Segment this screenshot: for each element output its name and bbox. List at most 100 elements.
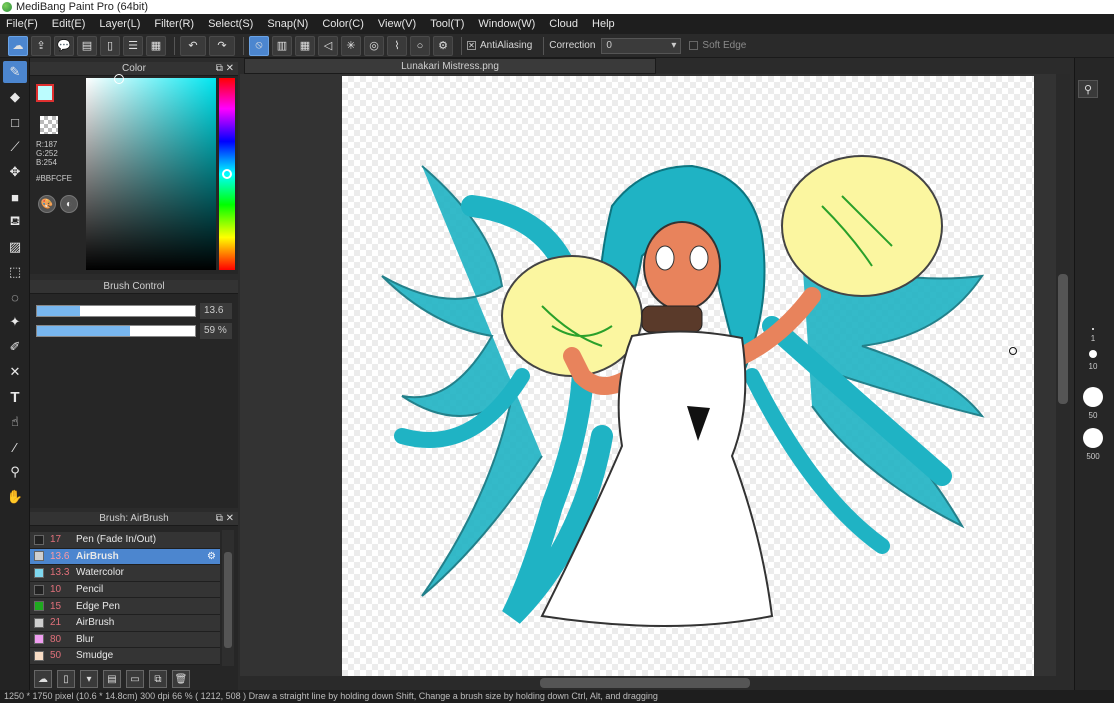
gradient-tool-icon[interactable]: ▨: [3, 236, 27, 258]
brush-size-preset-10[interactable]: 10: [1078, 350, 1108, 371]
page-list-icon[interactable]: ☰: [123, 35, 143, 56]
menu-help[interactable]: Help: [592, 18, 615, 30]
eyedropper-tool-icon[interactable]: ⚲: [3, 461, 27, 483]
brush-size-preset-50[interactable]: 50: [1078, 387, 1108, 420]
select-tool-icon[interactable]: ⬚: [3, 261, 27, 283]
shape-fill-tool-icon[interactable]: ■: [3, 186, 27, 208]
foreground-color-swatch[interactable]: [36, 84, 54, 102]
sv-marker[interactable]: [114, 74, 124, 84]
snap-grid-icon[interactable]: ▦: [295, 35, 315, 56]
magic-wand-tool-icon[interactable]: ✦: [3, 311, 27, 333]
add-brush-menu-icon[interactable]: ▾: [80, 670, 98, 688]
artwork-illustration: [381, 155, 985, 627]
antialiasing-checkbox[interactable]: ✕: [467, 41, 476, 50]
snap-concentric-icon[interactable]: ◎: [364, 35, 384, 56]
brush-size-preset-500[interactable]: 500: [1078, 428, 1108, 461]
palette-icon[interactable]: 🎨: [38, 195, 56, 213]
duplicate-icon[interactable]: ⧉: [149, 670, 167, 688]
horizontal-scroll-thumb[interactable]: [540, 678, 750, 688]
move-tool-icon[interactable]: ✥: [3, 161, 27, 183]
document-tab[interactable]: Lunakari Mistress.png: [244, 58, 656, 74]
vertical-scrollbar[interactable]: [1056, 74, 1070, 680]
panel-float-close-icon[interactable]: ⧉ ✕: [216, 512, 234, 526]
menu-layer[interactable]: Layer(L): [99, 18, 140, 30]
brush-list-item[interactable]: 13.6 AirBrush ⚙: [30, 548, 220, 566]
snap-off-icon[interactable]: ⦸: [249, 35, 269, 56]
horizontal-scrollbar[interactable]: [240, 676, 1070, 690]
text-tool-icon[interactable]: T: [3, 386, 27, 408]
operation-tool-icon[interactable]: ☝: [3, 411, 27, 433]
menu-edit[interactable]: Edit(E): [52, 18, 86, 30]
menu-window[interactable]: Window(W): [478, 18, 535, 30]
brush-list-item[interactable]: 21 AirBrush: [30, 614, 220, 632]
cloud-icon[interactable]: ☁: [8, 35, 28, 56]
comment-icon[interactable]: ▤: [77, 35, 97, 56]
brush-settings-gear-icon[interactable]: ⚙: [207, 551, 216, 562]
page-icon[interactable]: ▯: [100, 35, 120, 56]
brush-size-slider[interactable]: [36, 305, 196, 317]
eraser-tool-icon[interactable]: ◆: [3, 86, 27, 108]
menu-filter[interactable]: Filter(R): [154, 18, 194, 30]
snap-ellipse-icon[interactable]: ○: [410, 35, 430, 56]
upload-icon[interactable]: ⇪: [31, 35, 51, 56]
menu-tool[interactable]: Tool(T): [430, 18, 464, 30]
soft-edge-checkbox[interactable]: [689, 41, 699, 50]
redo-icon[interactable]: ↷: [209, 35, 235, 56]
scroll-thumb[interactable]: [224, 552, 232, 648]
transparent-color-swatch[interactable]: [40, 116, 58, 134]
correction-select[interactable]: 0 ▾: [601, 37, 682, 54]
folder-icon[interactable]: ▭: [126, 670, 144, 688]
hue-marker[interactable]: [222, 169, 232, 179]
brush-list-item[interactable]: 17 Pen (Fade In/Out): [30, 532, 220, 549]
size-label: 1: [1090, 334, 1096, 343]
menu-view[interactable]: View(V): [378, 18, 416, 30]
color-history-icon[interactable]: ◐: [60, 195, 78, 213]
saturation-value-picker[interactable]: [86, 78, 216, 270]
snap-curve-icon[interactable]: ⌇: [387, 35, 407, 56]
snap-vanishing-icon[interactable]: ◁: [318, 35, 338, 56]
snap-radial-icon[interactable]: ✳: [341, 35, 361, 56]
brush-control-title: Brush Control: [103, 281, 165, 292]
snap-settings-icon[interactable]: ⚙: [433, 35, 453, 56]
panel-float-close-icon[interactable]: ⧉ ✕: [216, 62, 234, 76]
zoom-icon[interactable]: ⚲: [1078, 80, 1098, 98]
menu-color[interactable]: Color(C): [322, 18, 364, 30]
lasso-tool-icon[interactable]: ◌: [3, 286, 27, 308]
brush-list-item[interactable]: 10 Pencil: [30, 581, 220, 599]
brush-size-preset-1[interactable]: 1: [1078, 328, 1108, 343]
speech-bubble-icon[interactable]: 💬: [54, 35, 74, 56]
brush-size-label: 80: [50, 633, 62, 645]
vertical-scroll-thumb[interactable]: [1058, 274, 1068, 404]
cloud-brush-icon[interactable]: ☁: [34, 670, 52, 688]
brush-settings-icon[interactable]: ▤: [103, 670, 121, 688]
select-pen-tool-icon[interactable]: ✐: [3, 336, 27, 358]
brush-size-value[interactable]: 13.6: [200, 303, 232, 319]
trash-icon[interactable]: 🗑: [172, 670, 190, 688]
brush-size-label: 13.3: [50, 567, 70, 579]
menu-snap[interactable]: Snap(N): [267, 18, 308, 30]
snap-parallel-icon[interactable]: ▥: [272, 35, 292, 56]
brush-list-item[interactable]: 80 Blur: [30, 631, 220, 649]
undo-icon[interactable]: ↶: [180, 35, 206, 56]
add-brush-icon[interactable]: ▯: [57, 670, 75, 688]
brush-opacity-slider[interactable]: [36, 325, 196, 337]
menu-file[interactable]: File(F): [6, 18, 38, 30]
divide-tool-icon[interactable]: ⁄: [3, 436, 27, 458]
brush-tool-icon[interactable]: ✎: [3, 61, 27, 83]
status-bar: 1250 * 1750 pixel (10.6 * 14.8cm) 300 dp…: [0, 690, 1114, 703]
brush-list-item[interactable]: 50 Smudge: [30, 648, 220, 665]
artwork-canvas[interactable]: [342, 76, 1034, 676]
line-tool-icon[interactable]: ⟋: [3, 136, 27, 158]
menu-select[interactable]: Select(S): [208, 18, 253, 30]
dot-tool-icon[interactable]: □: [3, 111, 27, 133]
bucket-tool-icon[interactable]: ⛾: [3, 211, 27, 233]
brush-list-item[interactable]: 13.3 Watercolor: [30, 565, 220, 582]
page-grid-icon[interactable]: ▦: [146, 35, 166, 56]
brush-list-item[interactable]: 15 Edge Pen: [30, 598, 220, 615]
hand-tool-icon[interactable]: ✋: [3, 486, 27, 508]
brush-size-label: 15: [50, 600, 62, 612]
brush-opacity-value[interactable]: 59 %: [200, 323, 232, 339]
menu-cloud[interactable]: Cloud: [549, 18, 578, 30]
brush-list-scrollbar[interactable]: [222, 530, 234, 666]
select-eraser-tool-icon[interactable]: ✕: [3, 361, 27, 383]
